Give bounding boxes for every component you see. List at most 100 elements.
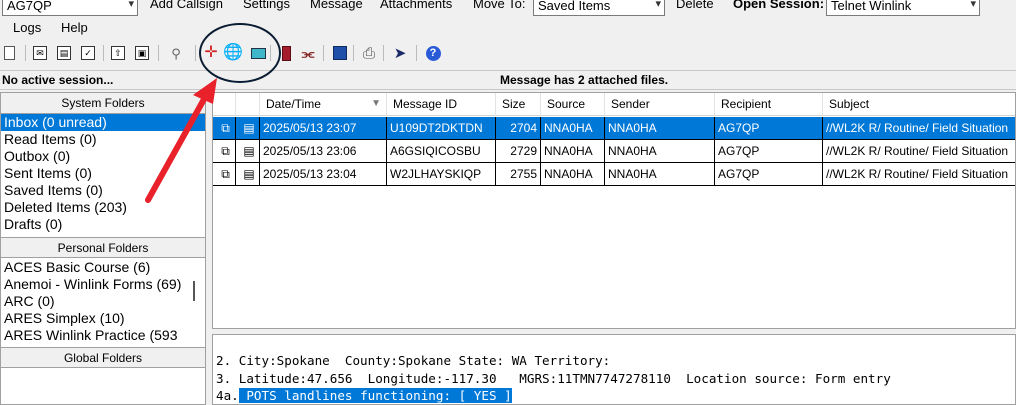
chevron-down-icon[interactable]: ▾ [970,0,976,10]
preview-line-location: 3. Latitude:47.656 Longitude:-117.30 MGR… [216,371,891,386]
column-sender[interactable]: Sender [605,93,715,116]
saved-icon[interactable]: ▣ [135,46,149,60]
menu-logs[interactable]: Logs [13,20,41,35]
folder-anemoi-winlink-forms[interactable]: Anemoi - Winlink Forms (69) [1,276,205,293]
antenna-icon[interactable]: ⫘ [299,44,317,62]
toolbar-separator [158,45,159,61]
move-to-label: Move To: [473,0,526,11]
open-session-combo[interactable]: Telnet Winlink ▾ [826,0,980,16]
column-subject[interactable]: Subject [823,93,1015,116]
open-session-value: Telnet Winlink [831,0,912,13]
move-to-combo[interactable]: Saved Items ▾ [533,0,665,16]
folder-pane: System Folders Inbox (0 unread) Read Ite… [0,92,206,405]
column-source[interactable]: Source [541,93,605,116]
folder-outbox[interactable]: Outbox (0) [1,148,205,165]
column-icon[interactable] [236,93,260,116]
folder-deleted-items[interactable]: Deleted Items (203) [1,199,205,216]
folder-inbox[interactable]: Inbox (0 unread) [1,114,205,131]
cell-sender: NNA0HA [605,117,715,140]
session-status: No active session... [2,73,114,87]
toolbar-separator [195,45,196,61]
toolbar-separator [25,45,26,61]
cell-subject: //WL2K R/ Routine/ Field Situation [823,163,1015,186]
column-attachment[interactable] [213,93,236,116]
sent-icon[interactable]: ⇧ [111,46,125,60]
cell-message-id: W2JLHAYSKIQP [387,163,496,186]
folder-saved-items[interactable]: Saved Items (0) [1,182,205,199]
cell-sender: NNA0HA [605,140,715,163]
message-list: Date/Time ▼ Message ID Size Source Sende… [212,92,1016,329]
message-list-header: Date/Time ▼ Message ID Size Source Sende… [213,93,1015,116]
menu-settings[interactable]: Settings [243,0,290,11]
search-icon[interactable]: ⚲ [167,44,185,62]
toolbar: ✉ ▤ ✓ ⇧ ▣ ⚲ ✛ 🌐 ⫘ ⎙ ➤ ? [0,40,1016,66]
inbox-icon[interactable]: ✉ [33,46,47,60]
delete-button[interactable]: Delete [676,0,714,11]
cell-subject: //WL2K R/ Routine/ Field Situation [823,117,1015,140]
top-menu-bar: AG7QP ▾ Add Callsign Settings Message At… [0,0,1016,17]
cell-recipient: AG7QP [715,140,823,163]
scrollbar-thumb[interactable] [193,281,195,301]
move-to-value: Saved Items [538,0,611,13]
column-message-id[interactable]: Message ID [387,93,496,116]
paperclip-icon: ⧉ [213,140,236,163]
read-icon[interactable]: ▤ [57,46,71,60]
cell-date-time: 2025/05/13 23:04 [260,163,387,186]
print-icon[interactable]: ⎙ [360,44,378,62]
callsign-value: AG7QP [7,0,52,13]
cell-size: 2729 [496,140,541,163]
column-recipient[interactable]: Recipient [715,93,823,116]
global-folders-header: Global Folders [1,347,205,368]
cell-source: NNA0HA [541,117,605,140]
table-row[interactable]: ⧉ ▤ 2025/05/13 23:06 A6GSIQICOSBU 2729 N… [213,140,1015,163]
paperclip-icon: ⧉ [213,163,236,186]
preview-line-pots: 4a. POTS landlines functioning: [ YES ] [216,388,512,403]
folder-sent-items[interactable]: Sent Items (0) [1,165,205,182]
toolbar-separator [353,45,354,61]
menu-add-callsign[interactable]: Add Callsign [150,0,223,11]
toolbar-separator [416,45,417,61]
cell-recipient: AG7QP [715,163,823,186]
folder-drafts[interactable]: Drafts (0) [1,216,205,233]
new-message-icon[interactable] [4,46,15,60]
chevron-down-icon[interactable]: ▾ [655,0,661,10]
folder-ares-winlink-practice[interactable]: ARES Winlink Practice (593 [1,327,205,344]
personal-folders-header: Personal Folders [1,237,205,258]
cell-sender: NNA0HA [605,163,715,186]
chevron-down-icon[interactable]: ▾ [128,0,134,10]
outbox-icon[interactable]: ✓ [81,46,95,60]
column-size[interactable]: Size [496,93,541,116]
forward-icon[interactable]: ➤ [391,44,409,62]
folder-arc[interactable]: ARC (0) [1,293,205,310]
system-folders-header: System Folders [1,93,205,114]
toolbar-separator [383,45,384,61]
folder-read-items[interactable]: Read Items (0) [1,131,205,148]
table-row[interactable]: ⧉ ▤ 2025/05/13 23:04 W2JLHAYSKIQP 2755 N… [213,163,1015,186]
folder-aces-basic-course[interactable]: ACES Basic Course (6) [1,259,205,276]
message-icon: ▤ [236,163,260,186]
toolbar-separator [323,45,324,61]
help-icon[interactable]: ? [424,44,442,62]
message-preview[interactable]: 2. City:Spokane County:Spokane State: WA… [212,334,1016,405]
cell-subject: //WL2K R/ Routine/ Field Situation [823,140,1015,163]
cell-source: NNA0HA [541,163,605,186]
preview-line-prefix: 4a. [216,388,239,403]
callsign-combo[interactable]: AG7QP ▾ [2,0,138,16]
cell-size: 2704 [496,117,541,140]
folder-ares-simplex[interactable]: ARES Simplex (10) [1,310,205,327]
cell-source: NNA0HA [541,140,605,163]
preview-line-city: 2. City:Spokane County:Spokane State: WA… [216,353,611,368]
column-date-time[interactable]: Date/Time ▼ [260,93,387,116]
menu-message[interactable]: Message [310,0,363,11]
status-bar: No active session... Message has 2 attac… [0,70,1016,90]
open-session-label: Open Session: [733,0,825,11]
table-row[interactable]: ⧉ ▤ 2025/05/13 23:07 U109DT2DKTDN 2704 N… [213,117,1015,140]
cell-message-id: A6GSIQICOSBU [387,140,496,163]
cell-message-id: U109DT2DKTDN [387,117,496,140]
message-icon: ▤ [236,117,260,140]
save-icon[interactable] [331,44,349,62]
menu-help[interactable]: Help [61,20,88,35]
cell-date-time: 2025/05/13 23:07 [260,117,387,140]
menu-attachments[interactable]: Attachments [380,0,452,11]
cell-date-time: 2025/05/13 23:06 [260,140,387,163]
